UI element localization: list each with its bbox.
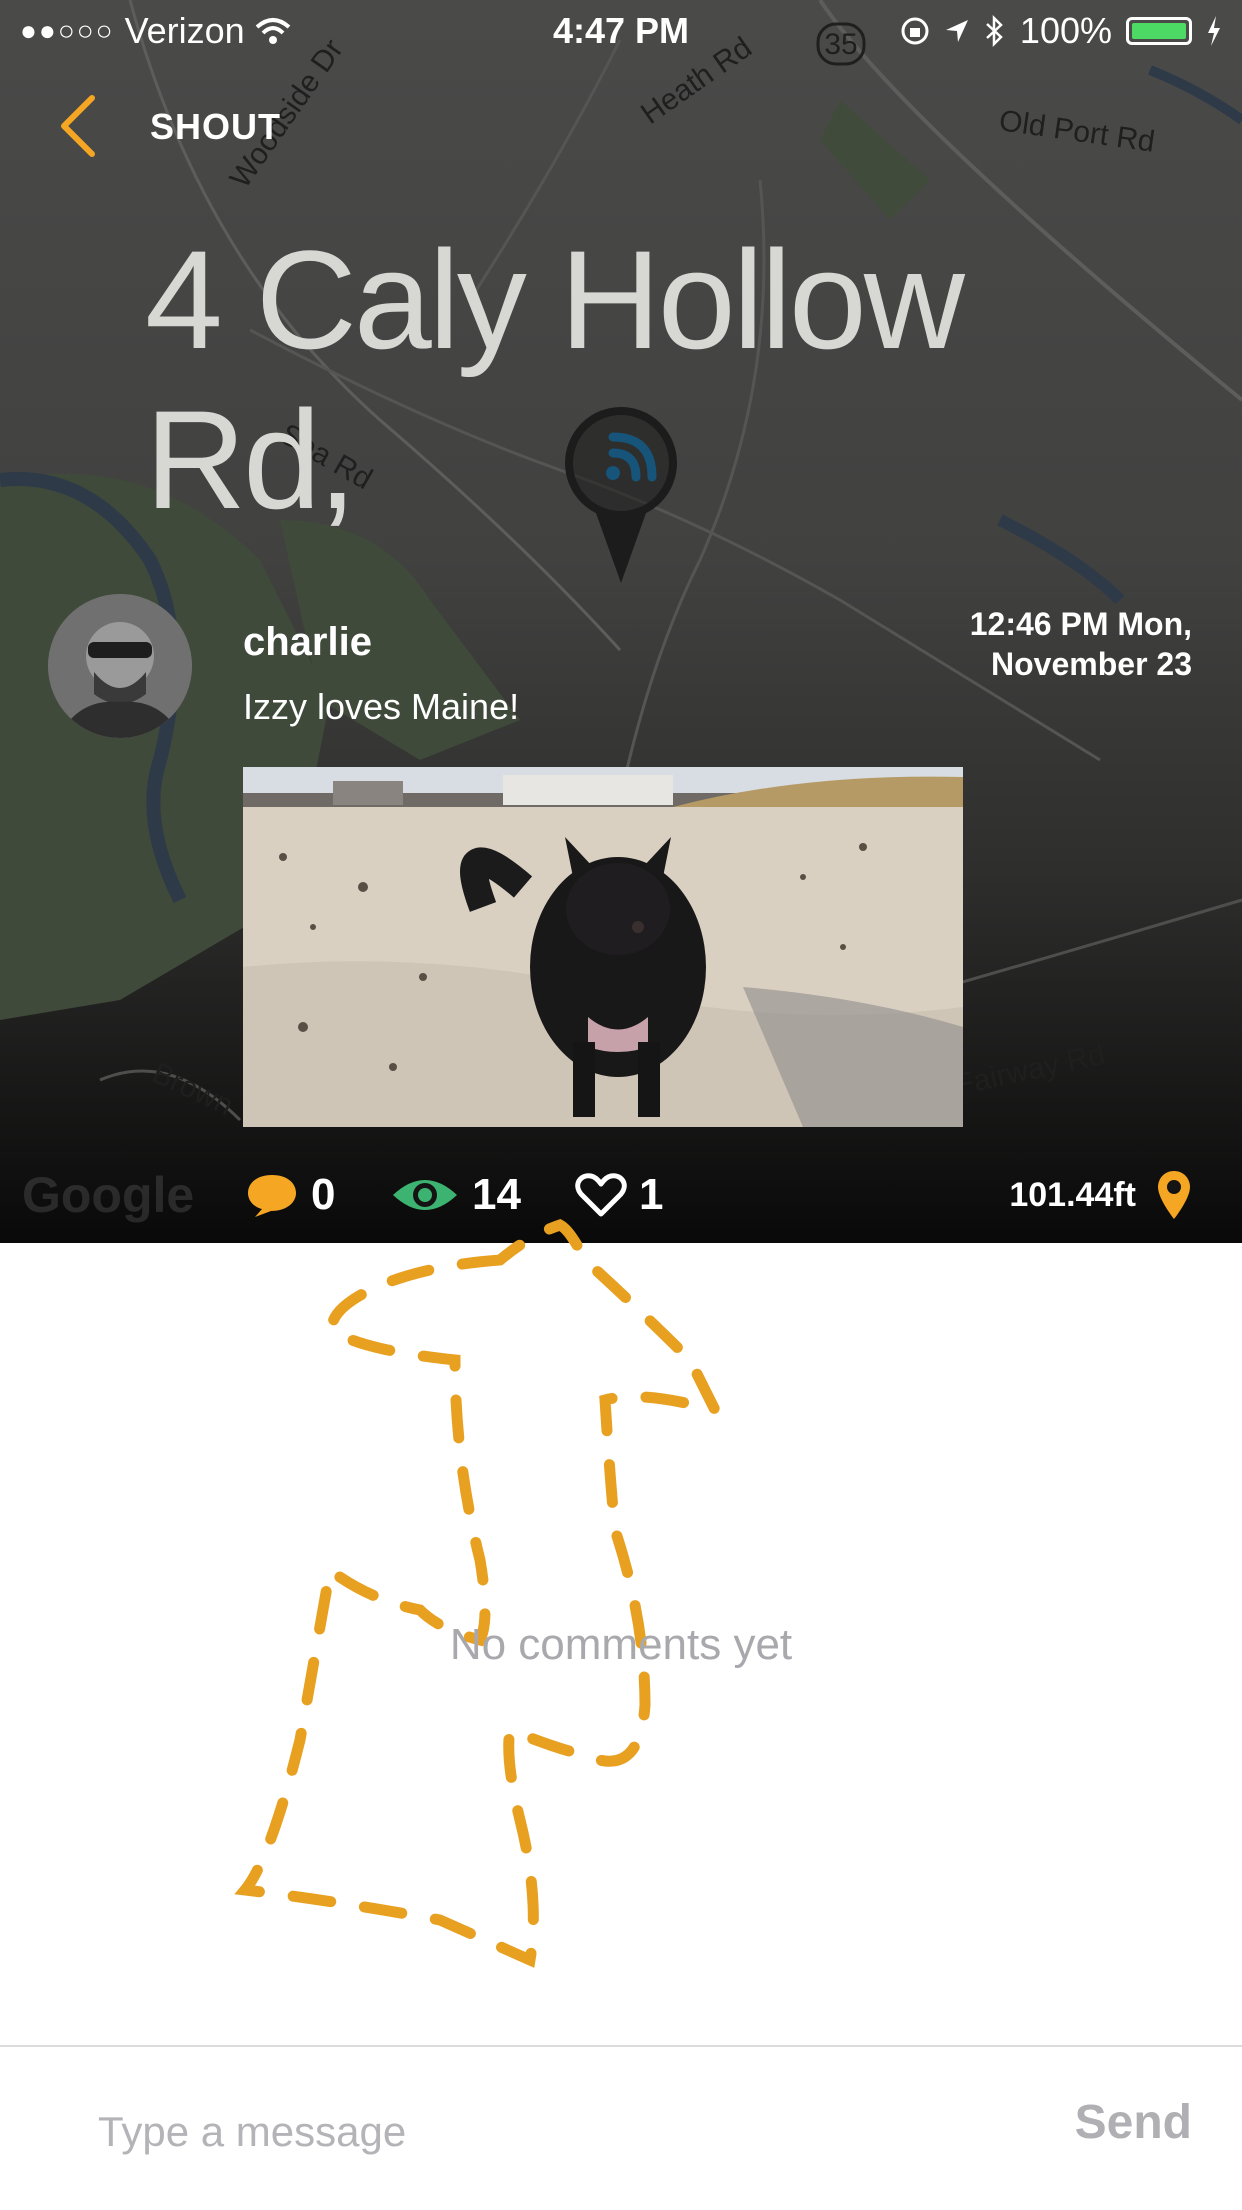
- battery-icon: [1126, 17, 1192, 45]
- location-title: 4 Caly Hollow Rd,: [145, 221, 965, 538]
- charging-bolt-icon: [1208, 16, 1220, 46]
- status-bar: ●●○○○ Verizon 4:47 PM 100%: [0, 0, 1242, 62]
- post-text: Izzy loves Maine!: [243, 686, 520, 727]
- nav-title: SHOUT: [150, 106, 281, 147]
- post-timestamp: 12:46 PM Mon, November 23: [792, 604, 1192, 684]
- message-input[interactable]: [96, 2095, 900, 2169]
- location-arrow-icon: [945, 20, 968, 42]
- map-header: Woodside Dr Heath Rd Old Port Rd Sea Rd …: [0, 0, 1242, 1243]
- map-label-fairway: Fairway Rd: [953, 1038, 1108, 1102]
- post-timestamp-date: November 23: [991, 646, 1192, 682]
- bluetooth-icon: [986, 15, 1003, 47]
- map-label-brown: Brown: [147, 1056, 238, 1122]
- shout-pin-icon[interactable]: [556, 405, 686, 595]
- avatar[interactable]: [48, 594, 192, 738]
- no-comments-text: No comments yet: [449, 1620, 793, 1669]
- post-timestamp-time: 12:46 PM Mon,: [969, 606, 1192, 642]
- message-composer: Send: [0, 2045, 1242, 2210]
- chevron-left-icon[interactable]: [52, 90, 112, 160]
- nav-bar: SHOUT: [0, 90, 1242, 170]
- post-photo[interactable]: [243, 767, 963, 1127]
- drawing-overlay: [234, 1219, 726, 1968]
- orientation-lock-icon: [901, 17, 929, 45]
- post-username[interactable]: charlie: [243, 620, 372, 665]
- send-button[interactable]: Send: [1075, 2095, 1192, 2150]
- battery-percent: 100%: [1019, 10, 1112, 51]
- battery-fill: [1132, 23, 1186, 39]
